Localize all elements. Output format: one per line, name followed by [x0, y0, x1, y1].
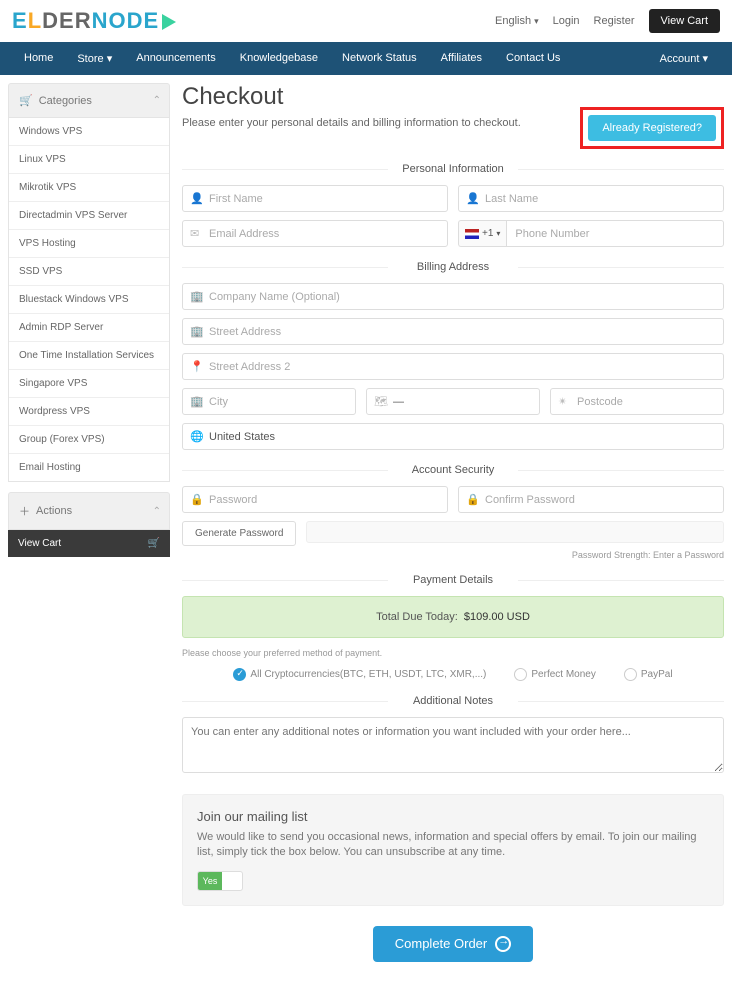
notes-textarea[interactable] — [182, 717, 724, 773]
total-due-bar: Total Due Today:$109.00 USD — [182, 596, 724, 638]
country-select[interactable]: United States — [182, 423, 724, 450]
nav-knowledgebase[interactable]: Knowledgebase — [228, 42, 330, 75]
already-registered-highlight: Already Registered? — [580, 107, 724, 149]
section-payment: Payment Details — [182, 574, 724, 586]
category-item[interactable]: Wordpress VPS — [9, 398, 169, 426]
email-field[interactable] — [182, 220, 448, 247]
chevron-up-icon: ⌃ — [153, 506, 161, 517]
login-link[interactable]: Login — [553, 15, 580, 27]
phone-country-selector[interactable]: +1▾ — [458, 220, 506, 247]
register-link[interactable]: Register — [594, 15, 635, 27]
chevron-up-icon: ⌃ — [153, 95, 161, 106]
user-icon: 👤 — [190, 192, 204, 205]
confirm-password-field[interactable] — [458, 486, 724, 513]
postcode-field[interactable] — [550, 388, 724, 415]
first-name-field[interactable] — [182, 185, 448, 212]
arrow-right-circle-icon — [495, 936, 511, 952]
nav-announcements[interactable]: Announcements — [124, 42, 228, 75]
toggle-yes-label: Yes — [198, 872, 222, 890]
view-cart-button[interactable]: View Cart — [649, 9, 720, 33]
category-item[interactable]: Email Hosting — [9, 454, 169, 481]
categories-header[interactable]: 🛒 Categories ⌃ — [8, 83, 170, 118]
map-pin-icon: 📍 — [190, 360, 204, 373]
mailing-text: We would like to send you occasional new… — [197, 830, 709, 861]
building-icon: 🏢 — [190, 325, 204, 338]
phone-field[interactable] — [506, 220, 724, 247]
category-item[interactable]: Windows VPS — [9, 118, 169, 146]
category-item[interactable]: Mikrotik VPS — [9, 174, 169, 202]
plus-icon: ＋ — [19, 503, 30, 519]
radio-icon — [624, 668, 637, 681]
nav-contact[interactable]: Contact Us — [494, 42, 572, 75]
radio-icon — [514, 668, 527, 681]
sidebar-view-cart[interactable]: View Cart 🛒 — [8, 530, 170, 557]
last-name-field[interactable] — [458, 185, 724, 212]
category-item[interactable]: One Time Installation Services — [9, 342, 169, 370]
generate-password-button[interactable]: Generate Password — [182, 521, 296, 546]
logo-arrow-icon — [162, 14, 176, 30]
password-strength-text: Password Strength: Enter a Password — [182, 550, 724, 560]
map-icon: 🗺 — [374, 395, 388, 408]
street-field[interactable] — [182, 318, 724, 345]
building-icon: 🏢 — [190, 395, 204, 408]
nav-network-status[interactable]: Network Status — [330, 42, 429, 75]
globe-icon: 🌐 — [190, 430, 204, 443]
chevron-down-icon: ▾ — [107, 53, 113, 65]
pay-option-perfect-money[interactable]: Perfect Money — [514, 668, 595, 681]
actions-header[interactable]: ＋ Actions ⌃ — [8, 492, 170, 530]
nav-account[interactable]: Account ▾ — [648, 42, 720, 75]
mailing-title: Join our mailing list — [197, 809, 709, 824]
password-field[interactable] — [182, 486, 448, 513]
category-item[interactable]: Directadmin VPS Server — [9, 202, 169, 230]
section-security: Account Security — [182, 464, 724, 476]
category-item[interactable]: SSD VPS — [9, 258, 169, 286]
street2-field[interactable] — [182, 353, 724, 380]
city-field[interactable] — [182, 388, 356, 415]
lock-icon: 🔒 — [466, 493, 480, 506]
lock-icon: 🔒 — [190, 493, 204, 506]
user-icon: 👤 — [466, 192, 480, 205]
category-item[interactable]: Singapore VPS — [9, 370, 169, 398]
password-strength-bar — [306, 521, 724, 543]
category-item[interactable]: Admin RDP Server — [9, 314, 169, 342]
section-personal: Personal Information — [182, 163, 724, 175]
language-selector[interactable]: English▾ — [495, 15, 539, 27]
category-item[interactable]: VPS Hosting — [9, 230, 169, 258]
cart-icon: 🛒 — [19, 94, 33, 107]
state-select[interactable]: — — [366, 388, 540, 415]
nav-home[interactable]: Home — [12, 42, 65, 75]
nav-store[interactable]: Store ▾ — [65, 42, 124, 75]
section-billing: Billing Address — [182, 261, 724, 273]
envelope-icon: ✉ — [190, 227, 199, 240]
logo[interactable]: ELDERNODE — [12, 8, 176, 34]
section-notes: Additional Notes — [182, 695, 724, 707]
cart-icon: 🛒 — [148, 538, 160, 549]
certificate-icon: ✴ — [558, 395, 567, 408]
pay-option-crypto[interactable]: All Cryptocurrencies(BTC, ETH, USDT, LTC… — [233, 668, 486, 681]
category-item[interactable]: Group (Forex VPS) — [9, 426, 169, 454]
mailing-toggle[interactable]: Yes — [197, 871, 243, 891]
us-flag-icon — [465, 229, 479, 239]
category-item[interactable]: Bluestack Windows VPS — [9, 286, 169, 314]
complete-order-button[interactable]: Complete Order — [373, 926, 533, 963]
company-field[interactable] — [182, 283, 724, 310]
category-item[interactable]: Linux VPS — [9, 146, 169, 174]
pay-option-paypal[interactable]: PayPal — [624, 668, 673, 681]
radio-checked-icon — [233, 668, 246, 681]
already-registered-button[interactable]: Already Registered? — [588, 115, 716, 141]
nav-affiliates[interactable]: Affiliates — [429, 42, 494, 75]
chevron-down-icon: ▾ — [702, 53, 708, 65]
total-amount: $109.00 USD — [464, 611, 530, 623]
payment-note: Please choose your preferred method of p… — [182, 648, 724, 658]
building-icon: 🏢 — [190, 290, 204, 303]
